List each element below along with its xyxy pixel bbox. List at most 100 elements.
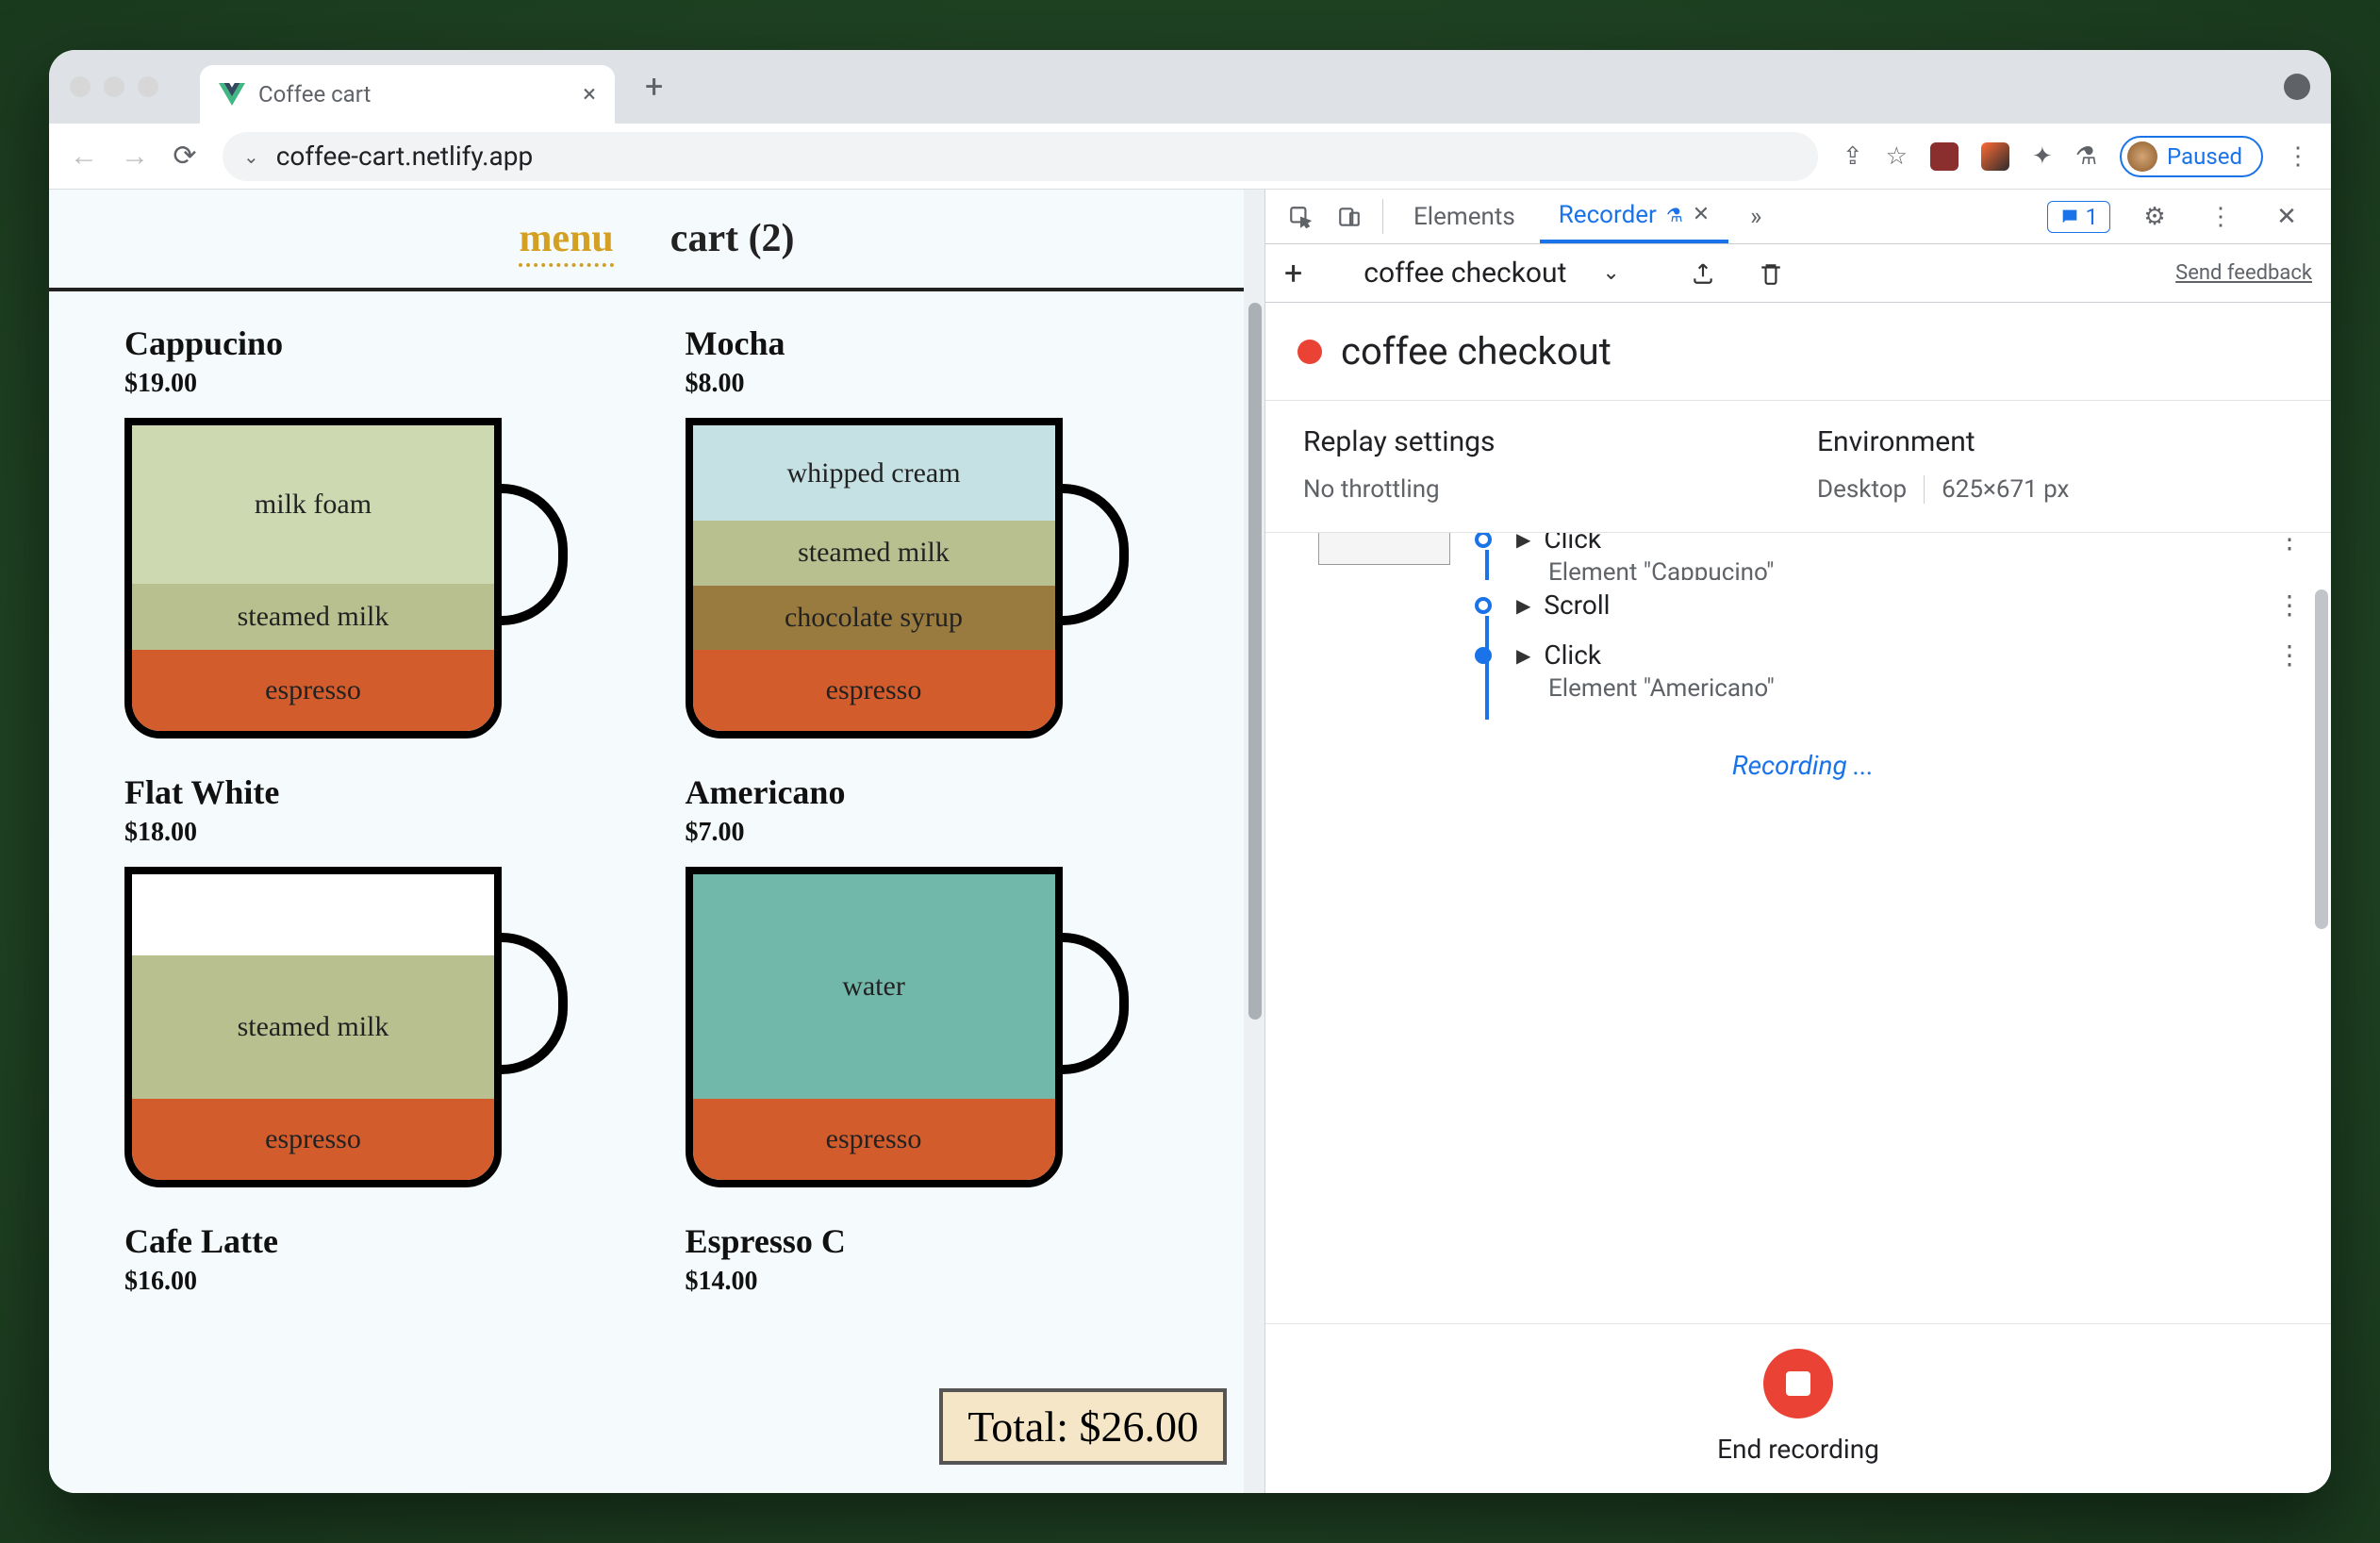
product-card[interactable]: Americano $7.00 espressowater [686, 772, 1190, 1187]
step-thumbnail [1318, 533, 1450, 565]
reload-button[interactable]: ⟳ [172, 140, 198, 173]
new-recording-button[interactable]: + [1284, 255, 1302, 292]
step-row[interactable]: ▶ Click ⋮ Element "Cappucino" [1303, 533, 2303, 580]
mug: espressowater [686, 867, 1138, 1187]
product-card[interactable]: Flat White $18.00 espressosteamed milk [124, 772, 629, 1187]
bookmark-icon[interactable]: ☆ [1886, 142, 1908, 171]
product-price: $16.00 [124, 1267, 629, 1297]
tab-recorder[interactable]: Recorder ⚗ ✕ [1540, 190, 1728, 243]
steps-scrollbar[interactable] [2310, 533, 2331, 1323]
devtools-menu-icon[interactable]: ⋮ [2199, 203, 2242, 231]
traffic-min[interactable] [104, 76, 124, 97]
more-tabs-icon[interactable]: » [1734, 190, 1777, 243]
site-info-icon[interactable]: ⌄ [243, 145, 259, 168]
product-card[interactable]: Espresso C $14.00 [686, 1221, 1190, 1297]
product-price: $19.00 [124, 369, 629, 399]
flow-name[interactable]: coffee checkout [1364, 257, 1566, 290]
timeline-node [1475, 533, 1492, 548]
mug-cup: espressosteamed milkmilk foam [124, 418, 502, 738]
product-card[interactable]: Mocha $8.00 espressochocolate syrupsteam… [686, 324, 1190, 738]
nav-menu-link[interactable]: menu [519, 216, 613, 267]
mug-layer: espresso [693, 650, 1055, 731]
forward-button[interactable]: → [121, 140, 147, 173]
product-name: Cafe Latte [124, 1221, 629, 1261]
inspect-icon[interactable] [1279, 190, 1322, 243]
delete-icon[interactable] [1749, 261, 1793, 286]
step-title: Click [1544, 533, 1601, 555]
profile-indicator-icon[interactable] [2284, 74, 2310, 100]
traffic-close[interactable] [70, 76, 91, 97]
tab-close-icon[interactable]: × [583, 80, 596, 108]
flask-icon: ⚗ [1666, 204, 1683, 226]
flow-dropdown-icon[interactable]: ⌄ [1602, 261, 1619, 285]
mug-cup: espressowater [686, 867, 1063, 1187]
device-toggle-icon[interactable] [1328, 190, 1371, 243]
step-row[interactable]: ▶ Scroll ⋮ [1303, 580, 2303, 630]
profile-paused-chip[interactable]: Paused [2120, 136, 2263, 177]
product-card[interactable]: Cafe Latte $16.00 [124, 1221, 629, 1297]
step-menu-icon[interactable]: ⋮ [2276, 533, 2303, 555]
total-box[interactable]: Total: $26.00 [939, 1388, 1227, 1465]
labs-icon[interactable]: ⚗ [2075, 142, 2097, 171]
mug: espressosteamed milkmilk foam [124, 418, 577, 738]
omnibox[interactable]: ⌄ coffee-cart.netlify.app [223, 132, 1818, 181]
chevron-right-icon[interactable]: ▶ [1516, 644, 1530, 667]
recording-status: Recording ... [1303, 750, 2303, 781]
chevron-right-icon[interactable]: ▶ [1516, 533, 1530, 551]
browser-menu-icon[interactable]: ⋮ [2286, 142, 2310, 171]
product-name: Americano [686, 772, 1190, 812]
step-menu-icon[interactable]: ⋮ [2276, 589, 2303, 621]
tab-recorder-close-icon[interactable]: ✕ [1693, 203, 1710, 226]
chevron-right-icon[interactable]: ▶ [1516, 594, 1530, 617]
stop-recording-button[interactable] [1763, 1349, 1833, 1419]
window-controls [70, 76, 158, 97]
extension-icon-1[interactable] [1930, 142, 1959, 171]
mug-layer: steamed milk [693, 521, 1055, 586]
mug-layer: milk foam [132, 425, 494, 584]
steps-area: ▶ Click ⋮ Element "Cappucino" ▶ Scroll ⋮… [1265, 533, 2331, 1323]
step-row[interactable]: ▶ Click ⋮ Element "Americano" [1303, 630, 2303, 712]
devtools-tabbar: Elements Recorder ⚗ ✕ » 1 ⚙ ⋮ [1265, 190, 2331, 244]
nav-cart-link[interactable]: cart (2) [670, 216, 795, 267]
traffic-max[interactable] [138, 76, 158, 97]
end-recording-label: End recording [1265, 1434, 2331, 1465]
devtools-panel: Elements Recorder ⚗ ✕ » 1 ⚙ ⋮ [1265, 190, 2331, 1493]
product-name: Cappucino [124, 324, 629, 363]
back-button[interactable]: ← [70, 140, 96, 173]
mug: espressosteamed milk [124, 867, 577, 1187]
send-feedback-link[interactable]: Send feedback [2175, 261, 2312, 285]
recorder-toolbar: + coffee checkout ⌄ Send feedback [1265, 244, 2331, 303]
extension-icon-2[interactable] [1981, 142, 2009, 171]
timeline-node [1475, 647, 1492, 664]
recording-title: coffee checkout [1341, 329, 1611, 373]
step-menu-icon[interactable]: ⋮ [2276, 639, 2303, 671]
env-dims[interactable]: 625×671 px [1942, 475, 2069, 504]
product-price: $18.00 [124, 818, 629, 848]
tab-title: Coffee cart [258, 81, 371, 108]
share-icon[interactable]: ⇪ [1843, 142, 1863, 171]
extensions-icon[interactable]: ✦ [2032, 142, 2053, 171]
replay-value[interactable]: No throttling [1303, 475, 1779, 504]
messages-badge[interactable]: 1 [2047, 201, 2111, 233]
mug-layer: steamed milk [132, 584, 494, 651]
mug-cup: espressosteamed milk [124, 867, 502, 1187]
titlebar: Coffee cart × + [49, 50, 2331, 124]
replay-heading: Replay settings [1303, 425, 1779, 458]
tab-recorder-label: Recorder [1559, 201, 1657, 229]
scrollbar-thumb[interactable] [1248, 303, 1262, 1020]
mug: espressochocolate syrupsteamed milkwhipp… [686, 418, 1138, 738]
page-scrollbar[interactable] [1244, 190, 1264, 1493]
tab-elements[interactable]: Elements [1395, 190, 1534, 243]
recorder-settings-row: Replay settings No throttling Environmen… [1265, 401, 2331, 533]
browser-window: Coffee cart × + ← → ⟳ ⌄ coffee-cart.netl… [49, 50, 2331, 1493]
devtools-close-icon[interactable]: ✕ [2265, 203, 2308, 231]
browser-tab[interactable]: Coffee cart × [200, 65, 615, 124]
env-device[interactable]: Desktop [1817, 475, 1907, 504]
steps-scrollbar-thumb[interactable] [2315, 589, 2328, 929]
devtools-settings-icon[interactable]: ⚙ [2133, 203, 2176, 231]
new-tab-button[interactable]: + [645, 68, 663, 106]
step-title: Click [1544, 639, 1601, 671]
product-card[interactable]: Cappucino $19.00 espressosteamed milkmil… [124, 324, 629, 738]
export-icon[interactable] [1681, 261, 1725, 286]
mug-layer: whipped cream [693, 425, 1055, 521]
